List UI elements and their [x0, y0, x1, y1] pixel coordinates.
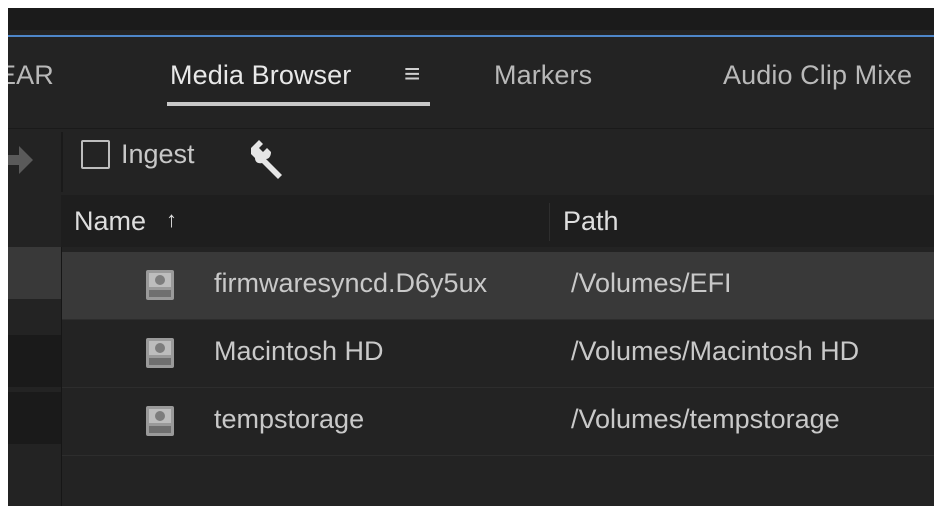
column-header-path[interactable]: Path	[563, 206, 619, 237]
table-row[interactable]: tempstorage /Volumes/tempstorage	[62, 388, 934, 456]
media-browser-panel: EAR Media Browser ≡ Markers Audio Clip M…	[8, 8, 934, 506]
column-header-row	[8, 195, 934, 247]
hard-drive-icon	[146, 338, 174, 368]
left-navigation-pane	[8, 247, 61, 506]
row-name: firmwaresyncd.D6y5ux	[214, 268, 488, 298]
wrench-icon[interactable]	[245, 138, 287, 180]
toolbar-divider	[8, 128, 934, 129]
tab-media-browser[interactable]: Media Browser	[170, 60, 351, 91]
row-name: tempstorage	[214, 404, 365, 434]
hard-drive-icon	[146, 270, 174, 300]
row-name: Macintosh HD	[214, 336, 384, 366]
table-row[interactable]: Macintosh HD /Volumes/Macintosh HD	[62, 320, 934, 388]
tab-audio-clip-mixer[interactable]: Audio Clip Mixe	[723, 60, 912, 91]
left-pane-header	[8, 195, 61, 247]
left-pane-row[interactable]	[8, 392, 61, 444]
tab-markers[interactable]: Markers	[494, 60, 592, 91]
ingest-label: Ingest	[121, 139, 195, 169]
tab-previous[interactable]: EAR	[8, 60, 54, 91]
ingest-checkbox[interactable]	[81, 140, 110, 169]
row-path: /Volumes/Macintosh HD	[571, 336, 860, 366]
left-pane-row[interactable]	[8, 247, 61, 299]
row-path: /Volumes/EFI	[571, 268, 732, 298]
panel-top-strip	[8, 8, 934, 30]
column-header-name[interactable]: Name	[74, 206, 146, 237]
forward-arrow-icon[interactable]	[8, 140, 34, 180]
table-row[interactable]: firmwaresyncd.D6y5ux /Volumes/EFI	[62, 252, 934, 320]
left-pane-row[interactable]	[8, 335, 61, 387]
active-tab-underline	[167, 102, 430, 106]
sort-ascending-icon[interactable]: ↑	[166, 207, 177, 233]
panel-focus-indicator	[8, 35, 934, 37]
toolbar-separator	[61, 132, 63, 192]
hard-drive-icon	[146, 406, 174, 436]
column-resize-handle[interactable]	[549, 203, 550, 241]
row-path: /Volumes/tempstorage	[571, 404, 840, 434]
hamburger-menu-icon[interactable]: ≡	[404, 58, 420, 90]
